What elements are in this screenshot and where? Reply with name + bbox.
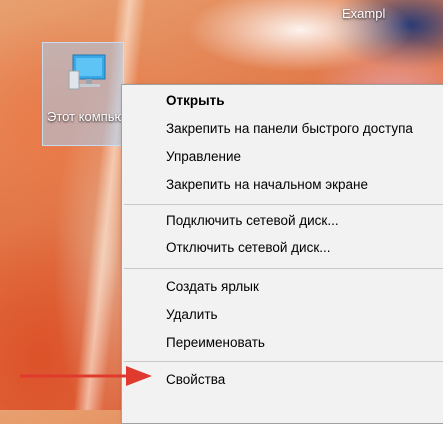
menu-item-map-network-drive[interactable]: Подключить сетевой диск... bbox=[166, 213, 339, 228]
menu-item-open[interactable]: Открыть bbox=[166, 93, 225, 108]
menu-separator bbox=[124, 361, 443, 362]
menu-item-rename[interactable]: Переименовать bbox=[166, 335, 265, 350]
menu-item-create-shortcut[interactable]: Создать ярлык bbox=[166, 279, 259, 294]
menu-item-manage[interactable]: Управление bbox=[166, 149, 241, 164]
menu-separator bbox=[124, 268, 443, 269]
red-arrow-annotation bbox=[20, 366, 152, 386]
menu-item-properties[interactable]: Свойства bbox=[166, 372, 225, 387]
menu-item-pin-start[interactable]: Закрепить на начальном экране bbox=[166, 177, 368, 192]
menu-separator bbox=[124, 204, 443, 205]
context-menu: Открыть Закрепить на панели быстрого дос… bbox=[121, 84, 443, 424]
menu-item-disconnect-network-drive[interactable]: Отключить сетевой диск... bbox=[166, 240, 331, 255]
desktop-icon-label-top[interactable]: Exampl bbox=[342, 6, 385, 21]
menu-item-pin-quick-access[interactable]: Закрепить на панели быстрого доступа bbox=[166, 121, 413, 136]
computer-icon bbox=[68, 54, 106, 90]
menu-item-delete[interactable]: Удалить bbox=[166, 307, 218, 322]
this-pc-desktop-icon[interactable]: Этот компьютер bbox=[42, 42, 144, 146]
